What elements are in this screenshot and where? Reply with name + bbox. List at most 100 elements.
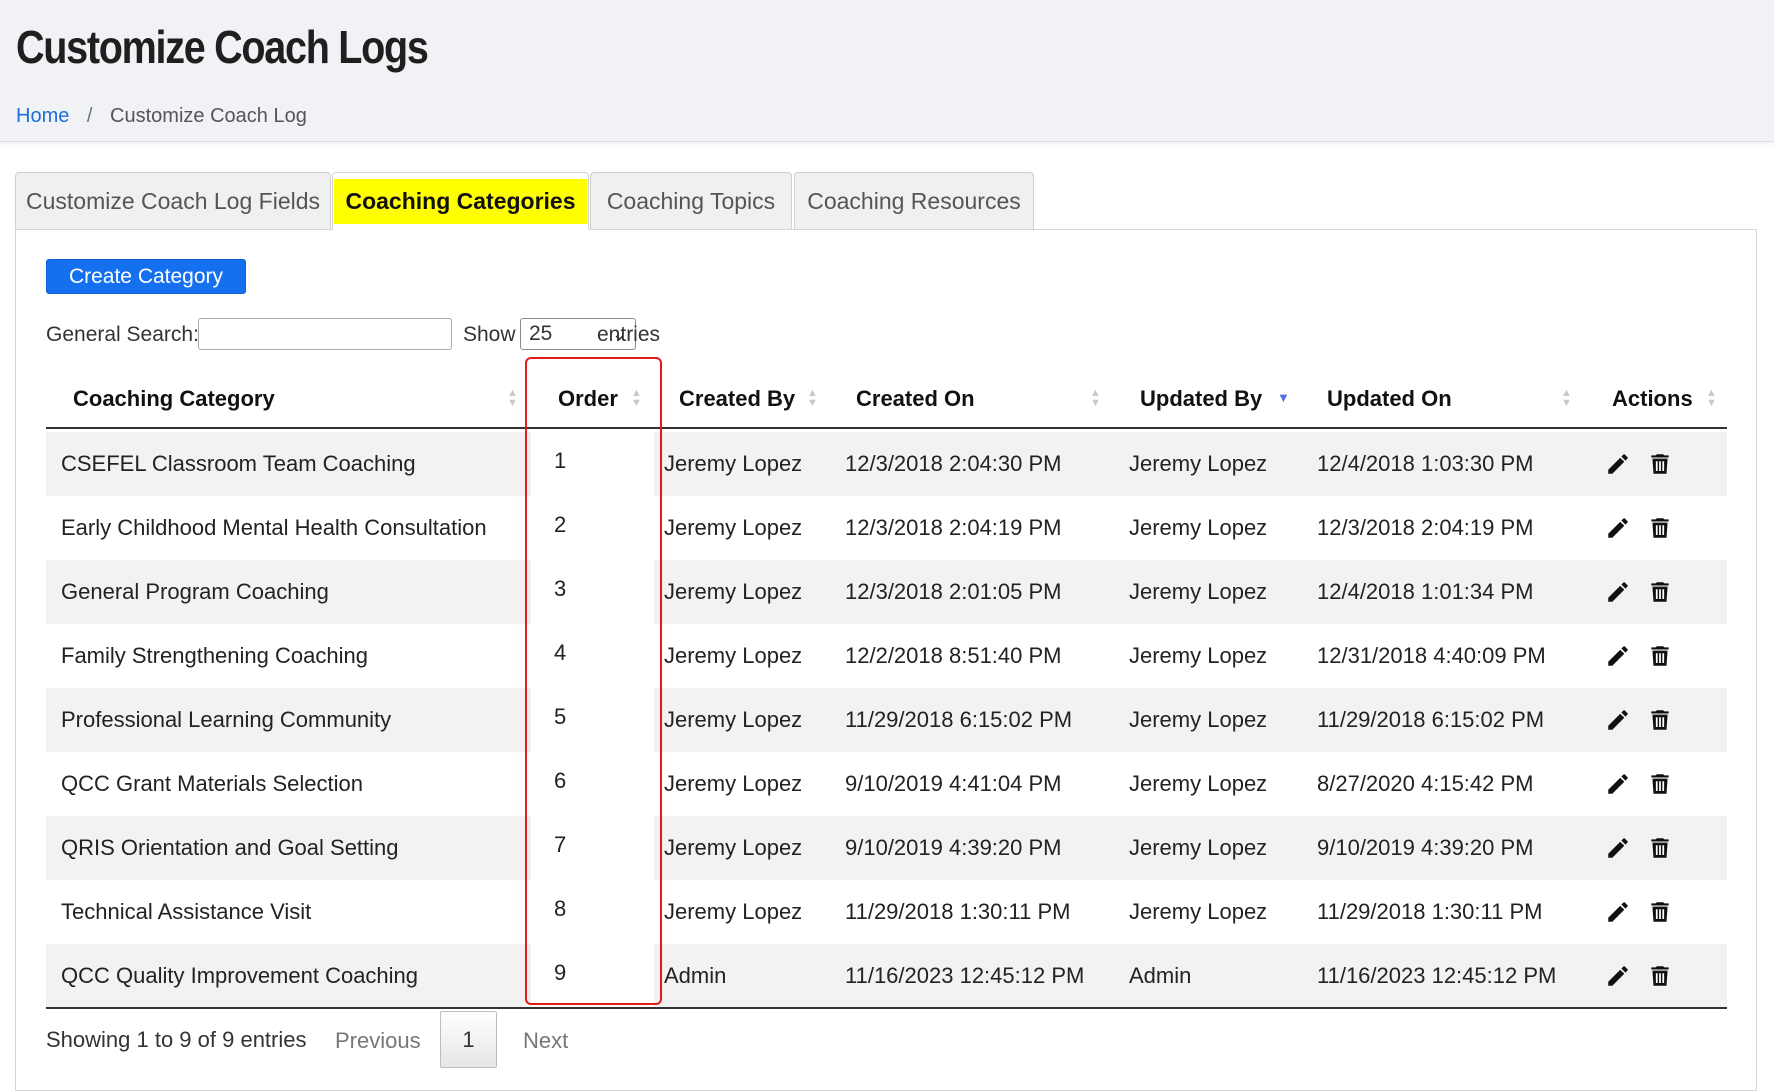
search-input[interactable] (198, 318, 452, 350)
trash-icon[interactable] (1647, 515, 1673, 541)
sort-both-icon: ▲ ▼ (1706, 387, 1717, 409)
pencil-icon[interactable] (1605, 451, 1631, 477)
column-header-label: Coaching Category (73, 386, 275, 411)
order-cell: 3 (554, 576, 567, 601)
pencil-icon[interactable] (1605, 899, 1631, 925)
sort-both-icon: ▲ ▼ (1090, 387, 1101, 409)
pencil-icon[interactable] (1605, 835, 1631, 861)
pencil-icon[interactable] (1605, 579, 1631, 605)
order-cell-bg (531, 752, 654, 816)
order-cell: 5 (554, 704, 567, 729)
category-cell: General Program Coaching (61, 579, 329, 604)
table-row: Technical Assistance Visit 8 Jeremy Lopez 1… (46, 880, 1727, 944)
created-by-cell: Jeremy Lopez (664, 515, 803, 540)
trash-icon[interactable] (1647, 899, 1673, 925)
created-by-cell: Admin (664, 963, 727, 988)
column-header-updated-by[interactable]: Updated By (1140, 370, 1262, 427)
created-by-cell: Jeremy Lopez (664, 707, 803, 732)
table-row: Professional Learning Community 5 Jeremy L… (46, 688, 1727, 752)
trash-icon[interactable] (1647, 771, 1673, 797)
pencil-icon[interactable] (1605, 515, 1631, 541)
entries-label: entries (597, 323, 661, 346)
created-on-cell: 9/10/2019 4:41:04 PM (845, 771, 1062, 796)
pencil-icon[interactable] (1605, 643, 1631, 669)
created-by-cell: Jeremy Lopez (664, 579, 803, 604)
table-header: Coaching Category ▲ ▼ Order ▲ ▼ Created By… (46, 370, 1727, 429)
column-header-label: Order (558, 386, 618, 411)
tab-customize-coach-log-fields[interactable]: Customize Coach Log Fields (15, 172, 331, 229)
tab-coaching-resources[interactable]: Coaching Resources (794, 172, 1034, 229)
breadcrumb-home-link[interactable]: Home (16, 105, 69, 127)
column-header-created-on[interactable]: Created On (856, 370, 975, 427)
table-row: Early Childhood Mental Health Consultati… (46, 496, 1727, 560)
page-title: Customize Coach Logs (16, 21, 429, 73)
order-cell-bg (531, 560, 654, 624)
tab-label: Customize Coach Log Fields (25, 187, 321, 214)
table-row: QCC Grant Materials Selection 6 Jeremy Lop… (46, 752, 1727, 816)
column-header-coaching-category[interactable]: Coaching Category (73, 370, 275, 427)
breadcrumb-separator: / (86, 105, 93, 127)
updated-on-cell: 12/4/2018 1:01:34 PM (1317, 579, 1534, 604)
pencil-icon[interactable] (1605, 707, 1631, 733)
category-cell: Technical Assistance Visit (61, 899, 312, 924)
column-header-actions[interactable]: Actions (1612, 370, 1693, 427)
order-cell: 6 (554, 768, 567, 793)
column-header-updated-on[interactable]: Updated On (1327, 370, 1452, 427)
created-on-cell: 12/3/2018 2:04:30 PM (845, 451, 1062, 476)
table-row: QRIS Orientation and Goal Setting 7 Jeremy… (46, 816, 1727, 880)
tab-coaching-categories[interactable]: Coaching Categories (332, 172, 589, 230)
order-cell-bg (531, 816, 654, 880)
trash-icon[interactable] (1647, 579, 1673, 605)
tab-coaching-topics[interactable]: Coaching Topics (590, 172, 792, 229)
page-header: Customize Coach Logs Home / Customize Co… (0, 0, 1774, 142)
updated-by-cell: Jeremy Lopez (1129, 707, 1268, 732)
column-header-label: Created On (856, 386, 975, 411)
created-by-cell: Jeremy Lopez (664, 771, 803, 796)
tab-label: Coaching Topics (606, 187, 776, 214)
sort-both-icon: ▲ ▼ (507, 387, 518, 409)
order-cell: 9 (554, 960, 567, 985)
trash-icon[interactable] (1647, 451, 1673, 477)
create-category-button[interactable]: Create Category (46, 259, 246, 294)
trash-icon[interactable] (1647, 643, 1673, 669)
updated-on-cell: 12/3/2018 2:04:19 PM (1317, 515, 1534, 540)
page-1-button[interactable]: 1 (440, 1011, 497, 1068)
category-cell: QCC Quality Improvement Coaching (61, 963, 419, 988)
category-cell: CSEFEL Classroom Team Coaching (61, 451, 416, 476)
updated-by-cell: Jeremy Lopez (1129, 835, 1268, 860)
updated-on-cell: 12/31/2018 4:40:09 PM (1317, 643, 1546, 668)
table-info: Showing 1 to 9 of 9 entries (46, 1027, 307, 1052)
next-page-button[interactable]: Next (523, 1028, 568, 1054)
trash-icon[interactable] (1647, 835, 1673, 861)
trash-icon[interactable] (1647, 707, 1673, 733)
order-cell: 7 (554, 832, 567, 857)
updated-by-cell: Admin (1129, 963, 1192, 988)
breadcrumb-current: Customize Coach Log (110, 105, 307, 127)
tab-label: Coaching Categories (334, 179, 587, 224)
sort-both-icon: ▲ ▼ (1561, 387, 1572, 409)
table-bottom-border (46, 1007, 1727, 1009)
pencil-icon[interactable] (1605, 771, 1631, 797)
updated-on-cell: 11/29/2018 6:15:02 PM (1317, 707, 1545, 732)
pencil-icon[interactable] (1605, 963, 1631, 989)
column-header-label: Created By (679, 386, 796, 411)
table-row: CSEFEL Classroom Team Coaching 1 Jeremy Lo… (46, 432, 1727, 496)
created-on-cell: 12/3/2018 2:01:05 PM (845, 579, 1062, 604)
updated-by-cell: Jeremy Lopez (1129, 899, 1268, 924)
table-row: QCC Quality Improvement Coaching 9 Admin 11… (46, 944, 1727, 1008)
updated-by-cell: Jeremy Lopez (1129, 771, 1268, 796)
trash-icon[interactable] (1647, 963, 1673, 989)
column-header-label: Updated By (1140, 386, 1263, 411)
category-cell: QRIS Orientation and Goal Setting (61, 835, 399, 860)
order-cell-bg (531, 432, 654, 496)
column-header-created-by[interactable]: Created By (679, 370, 795, 427)
tab-label: Coaching Resources (807, 187, 1021, 214)
order-cell-bg (531, 944, 654, 1008)
order-cell: 4 (554, 640, 567, 665)
column-header-order[interactable]: Order (558, 370, 618, 427)
previous-page-button[interactable]: Previous (335, 1028, 421, 1054)
updated-on-cell: 12/4/2018 1:03:30 PM (1317, 451, 1534, 476)
created-by-cell: Jeremy Lopez (664, 835, 803, 860)
updated-by-cell: Jeremy Lopez (1129, 579, 1268, 604)
category-cell: Early Childhood Mental Health Consultati… (61, 515, 487, 540)
